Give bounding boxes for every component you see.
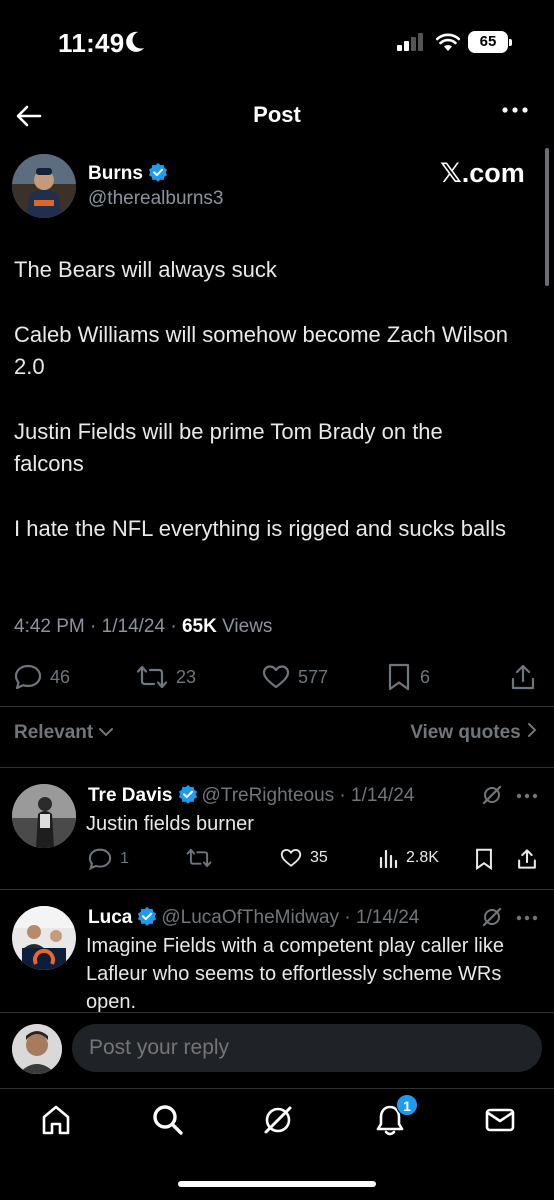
bookmark-button[interactable]: 6 xyxy=(386,663,430,691)
post-paragraph: The Bears will always suck xyxy=(14,257,277,282)
status-bar: 11:49 65 xyxy=(0,0,554,86)
reply-icon xyxy=(88,848,112,870)
like-count: 577 xyxy=(298,666,329,687)
views-chart-icon xyxy=(379,849,398,868)
grok-icon[interactable] xyxy=(481,906,503,928)
post-meta: 4:42 PM · 1/14/24 · 65K Views xyxy=(14,616,273,637)
post-paragraph: I hate the NFL everything is rigged and … xyxy=(14,516,507,541)
search-icon[interactable] xyxy=(150,1102,186,1138)
reply-more-icon[interactable] xyxy=(516,915,538,921)
repost-icon xyxy=(136,665,168,689)
author-name[interactable]: Burns xyxy=(88,162,168,185)
battery-level: 65 xyxy=(479,33,497,50)
post-time: 4:42 PM xyxy=(14,616,85,637)
replies-sort-row: Relevant View quotes xyxy=(0,718,554,750)
reply-reply-button[interactable]: 1 xyxy=(88,848,129,870)
reply-date-sep: · xyxy=(339,907,356,928)
post-header: Post xyxy=(0,86,554,144)
post-paragraph: Justin Fields will be prime Tom Brady on… xyxy=(14,419,443,476)
reply-handle: @TreRighteous xyxy=(201,785,335,806)
heart-icon xyxy=(262,665,290,689)
reply-repost-button[interactable] xyxy=(186,848,220,868)
share-button[interactable] xyxy=(510,663,544,691)
reply-date: 1/14/24 xyxy=(351,785,415,806)
reply-icon xyxy=(14,664,42,690)
bookmark-icon xyxy=(388,663,410,691)
verified-badge-icon xyxy=(178,784,197,804)
reply-avatar-image xyxy=(12,906,76,970)
view-quotes-label: View quotes xyxy=(410,722,521,743)
reply-text: Imagine Fields with a competent play cal… xyxy=(86,935,504,1013)
reply-input[interactable] xyxy=(72,1024,542,1072)
reply-views-count: 2.8K xyxy=(406,849,439,866)
home-indicator[interactable] xyxy=(178,1181,376,1187)
battery-indicator: 65 xyxy=(468,31,512,53)
more-options-icon[interactable] xyxy=(502,106,528,114)
reply-count: 46 xyxy=(50,666,71,687)
repost-icon xyxy=(186,848,212,868)
reply-author-name: Tre Davis xyxy=(88,785,173,806)
reply-item[interactable]: Tre Davis @TreRighteous · 1/14/24 Justin … xyxy=(0,768,554,888)
post-actions: 46 23 577 6 xyxy=(0,658,554,698)
reply-like-button[interactable]: 35 xyxy=(280,848,328,868)
verified-badge-icon xyxy=(148,162,167,182)
author-name-text: Burns xyxy=(88,163,143,184)
sort-label: Relevant xyxy=(14,722,94,743)
reply-like-count: 35 xyxy=(310,849,328,866)
reply-handle: @LucaOfTheMidway xyxy=(161,907,340,928)
home-icon[interactable] xyxy=(38,1102,74,1138)
reply-avatar[interactable] xyxy=(12,906,76,970)
reply-date-sep: · xyxy=(334,785,352,806)
bookmark-icon xyxy=(476,848,492,870)
reply-avatar[interactable] xyxy=(12,784,76,848)
bookmark-count: 6 xyxy=(420,666,431,687)
page-title: Post xyxy=(253,102,301,127)
chevron-right-icon xyxy=(528,723,537,737)
reply-item[interactable]: Luca @LucaOfTheMidway · 1/14/24 Imagine F… xyxy=(0,890,554,1013)
reply-views-button[interactable]: 2.8K xyxy=(378,848,439,868)
views-label: Views xyxy=(222,616,273,637)
messages-envelope-icon[interactable] xyxy=(482,1102,518,1138)
share-icon xyxy=(511,664,535,690)
scrollbar[interactable] xyxy=(545,148,549,286)
sort-dropdown[interactable]: Relevant xyxy=(14,722,114,744)
author-avatar[interactable] xyxy=(12,154,76,218)
like-button[interactable]: 577 xyxy=(262,664,328,690)
reply-text: Justin fields burner xyxy=(86,813,254,835)
repost-button[interactable]: 23 xyxy=(136,665,196,689)
author-handle[interactable]: @therealburns3 xyxy=(88,188,223,210)
view-quotes-link[interactable]: View quotes xyxy=(410,722,538,744)
share-icon xyxy=(518,849,536,869)
wifi-icon xyxy=(436,33,460,51)
repost-count: 23 xyxy=(176,666,197,687)
my-avatar-image xyxy=(12,1024,62,1074)
reply-author[interactable]: Tre Davis @TreRighteous · 1/14/24 xyxy=(88,784,414,807)
moon-icon xyxy=(126,31,144,52)
reply-author-name: Luca xyxy=(88,907,133,928)
my-avatar xyxy=(12,1024,62,1074)
reply-reply-count: 1 xyxy=(120,850,129,867)
reply-button[interactable]: 46 xyxy=(14,664,70,690)
views-count: 65K xyxy=(181,616,217,637)
post-paragraph: Caleb Williams will somehow become Zach … xyxy=(14,322,508,379)
heart-icon xyxy=(280,848,302,867)
divider xyxy=(0,706,554,707)
reply-more-icon[interactable] xyxy=(516,793,538,799)
author-avatar-image xyxy=(12,154,76,218)
reply-avatar-image xyxy=(12,784,76,848)
status-time: 11:49 xyxy=(58,28,125,58)
notification-badge: 1 xyxy=(396,1094,418,1116)
signal-icon xyxy=(397,33,423,51)
post-body: The Bears will always suck Caleb William… xyxy=(14,254,514,578)
x-com-watermark: 𝕏.com xyxy=(440,158,525,188)
verified-badge-icon xyxy=(138,906,157,926)
grok-tab-icon[interactable] xyxy=(260,1102,296,1138)
reply-bookmark-button[interactable] xyxy=(474,848,502,870)
reply-date: 1/14/24 xyxy=(355,907,420,928)
post-date: 1/14/24 xyxy=(101,616,166,637)
reply-share-button[interactable] xyxy=(516,848,546,870)
reply-author[interactable]: Luca @LucaOfTheMidway · 1/14/24 xyxy=(88,906,419,929)
grok-icon[interactable] xyxy=(481,784,503,806)
chevron-down-icon xyxy=(99,728,114,737)
